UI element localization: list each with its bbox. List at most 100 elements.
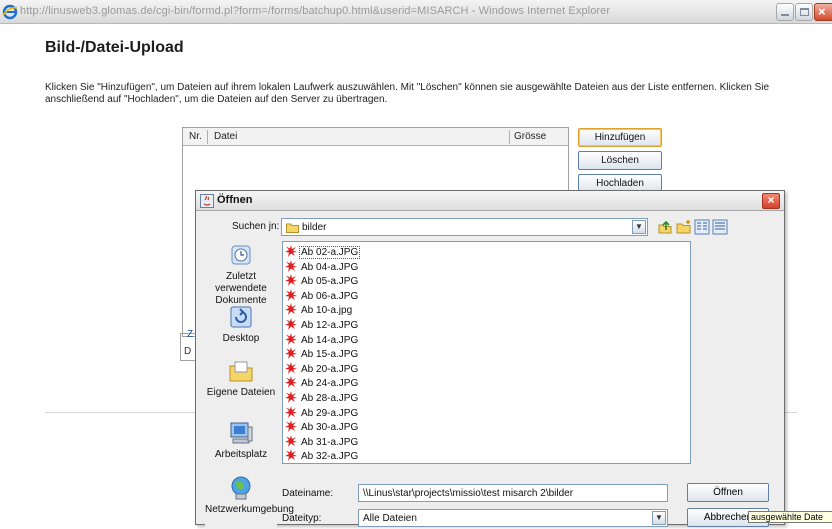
maximize-icon (800, 8, 809, 16)
chevron-down-icon[interactable]: ▼ (632, 220, 646, 234)
desktop-icon (230, 306, 252, 328)
file-list-item[interactable]: Ab 04-a.JPG (285, 259, 359, 274)
column-divider (509, 130, 510, 144)
image-file-icon (285, 274, 297, 287)
dialog-close-button[interactable]: × (762, 193, 780, 209)
file-name: Ab 30-a.JPG (301, 422, 359, 434)
filetype-combo[interactable]: Alle Dateien ▼ (358, 509, 668, 527)
my-documents-icon (229, 361, 253, 382)
page-description: Klicken Sie "Hinzufügen", um Dateien auf… (45, 82, 770, 105)
image-file-icon (285, 376, 297, 389)
file-list-item[interactable]: Ab 20-a.JPG (285, 361, 359, 376)
details-view-icon[interactable] (712, 219, 728, 235)
file-name: Ab 31-a.JPG (301, 436, 359, 448)
filename-label: Dateiname: (282, 488, 334, 499)
look-in-combo[interactable]: bilder ▼ (281, 218, 648, 236)
file-name: Ab 28-a.JPG (301, 393, 359, 404)
filetype-value: Alle Dateien (363, 513, 417, 524)
file-list-item[interactable]: Ab 29-a.JPG (285, 405, 359, 420)
file-list[interactable]: Ab 02-a.JPG Ab 04-a.JPG Ab 05-a.JPG Ab 06-a… (282, 241, 691, 464)
my-computer-icon (230, 422, 253, 444)
file-list-item[interactable]: Ab 31-a.JPG (285, 434, 359, 449)
file-list-item[interactable]: Ab 28-a.JPG (285, 391, 359, 405)
file-list-item[interactable]: Ab 06-a.JPG (285, 288, 359, 303)
image-file-icon (285, 347, 297, 360)
place-label: Desktop (222, 333, 260, 344)
col-header-nr[interactable]: Nr. (189, 131, 202, 142)
ie-logo-icon (2, 4, 18, 20)
image-file-icon (285, 288, 297, 301)
image-file-icon (285, 318, 297, 330)
file-list-item[interactable]: Ab 24-a.JPG (285, 376, 359, 390)
tooltip: ausgewählte Date (748, 511, 832, 523)
list-view-icon[interactable] (694, 219, 710, 235)
chevron-down-icon[interactable]: ▼ (652, 511, 666, 525)
image-file-icon (285, 434, 297, 447)
file-name: Ab 20-a.JPG (301, 363, 359, 375)
delete-button[interactable]: Löschen (578, 151, 662, 170)
image-file-icon (285, 245, 297, 257)
column-divider (207, 130, 208, 144)
col-header-groesse[interactable]: Grösse (514, 131, 546, 142)
close-window-button[interactable]: × (814, 3, 832, 21)
file-list-item[interactable]: Ab 32-a.JPG (285, 449, 359, 463)
file-name: Ab 15-a.JPG (301, 349, 359, 361)
file-name: Ab 10-a.jpg (301, 305, 353, 317)
places-bar: Zuletzt verwendete Dokumente Desktop Eig… (205, 239, 294, 529)
open-file-dialog: Öffnen × Suchen jn: bilder ▼ Zuletzt ver… (195, 190, 785, 529)
file-list-item[interactable]: Ab 14-a.JPG (285, 332, 359, 347)
close-icon: × (818, 4, 826, 19)
partial-label: D (184, 346, 192, 357)
file-name: Ab 29-a.JPG (301, 407, 359, 419)
up-folder-icon[interactable] (657, 219, 673, 235)
file-name: Ab 04-a.JPG (301, 261, 359, 273)
look-in-mnemonic: j (268, 221, 271, 232)
new-folder-icon[interactable] (676, 219, 692, 235)
image-file-icon (285, 405, 297, 418)
minimize-button[interactable] (776, 3, 794, 21)
look-in-value: bilder (302, 222, 327, 233)
image-file-icon (285, 332, 297, 345)
add-button[interactable]: Hinzufügen (578, 128, 662, 147)
dialog-titlebar[interactable]: Öffnen × (196, 191, 784, 211)
java-app-icon (200, 194, 214, 208)
browser-title: http://linusweb3.glomas.de/cgi-bin/formd… (20, 5, 611, 17)
file-list-item[interactable]: Ab 02-a.JPG (285, 245, 361, 259)
place-desktop[interactable]: Desktop (205, 303, 277, 345)
open-button[interactable]: Öffnen (687, 483, 769, 502)
file-list-item[interactable]: Ab 12-a.JPG (285, 318, 359, 332)
file-name: Ab 32-a.JPG (301, 451, 359, 463)
file-list-item[interactable]: Ab 10-a.jpg (285, 303, 353, 317)
file-list-item[interactable]: Ab 15-a.JPG (285, 347, 359, 361)
dialog-title: Öffnen (217, 194, 253, 206)
file-list-item[interactable]: Ab 05-a.JPG (285, 274, 359, 288)
place-network[interactable]: Netzwerkumgebung (205, 474, 294, 516)
file-name: Ab 06-a.JPG (301, 290, 359, 302)
image-file-icon (285, 259, 297, 272)
maximize-button[interactable] (795, 3, 813, 21)
file-name: Ab 02-a.JPG (298, 246, 361, 259)
filetype-label: Dateityp: (282, 513, 322, 524)
look-in-label: Suchen jn: (232, 221, 280, 232)
place-my-documents[interactable]: Eigene Dateien (205, 357, 277, 399)
image-file-icon (285, 303, 297, 316)
browser-titlebar: http://linusweb3.glomas.de/cgi-bin/formd… (0, 0, 832, 24)
file-name: Ab 12-a.JPG (301, 320, 359, 331)
file-name: Ab 24-a.JPG (301, 378, 359, 390)
place-recent[interactable]: Zuletzt verwendete Dokumente (205, 241, 277, 307)
place-label: Eigene Dateien (206, 387, 276, 398)
col-header-datei[interactable]: Datei (214, 131, 237, 142)
close-icon: × (767, 193, 775, 207)
place-my-computer[interactable]: Arbeitsplatz (205, 419, 277, 461)
file-table-header: Nr. Datei Grösse (183, 128, 568, 146)
image-file-icon (285, 420, 297, 433)
page-title: Bild-/Datei-Upload (45, 39, 184, 56)
image-file-icon (285, 449, 297, 462)
recent-documents-icon (231, 245, 251, 265)
filename-input[interactable]: \\Linus\star\projects\missio\test misarc… (358, 484, 668, 502)
file-name: Ab 05-a.JPG (301, 276, 359, 288)
partial-link[interactable]: Z (187, 329, 193, 340)
file-name: Ab 14-a.JPG (301, 334, 359, 346)
folder-icon (286, 223, 299, 233)
file-list-item[interactable]: Ab 30-a.JPG (285, 420, 359, 434)
